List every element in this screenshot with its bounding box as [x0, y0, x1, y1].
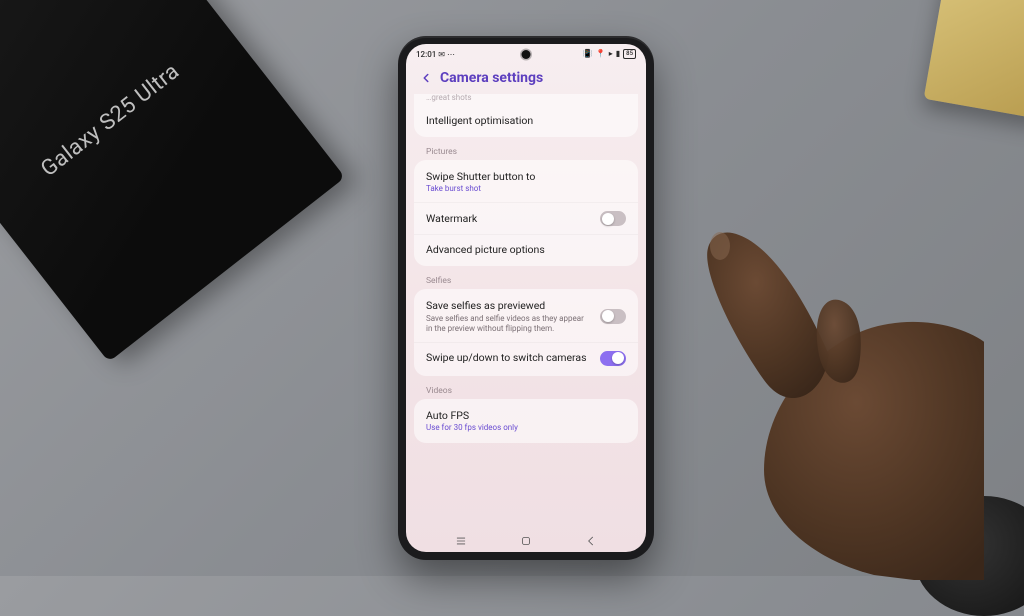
prop-top-right [924, 0, 1024, 119]
row-save-selfies-previewed[interactable]: Save selfies as previewed Save selfies a… [414, 291, 638, 341]
recents-icon [454, 534, 468, 548]
toggle-save-selfies[interactable] [600, 309, 626, 324]
back-button[interactable] [418, 70, 434, 86]
chevron-left-icon [419, 71, 433, 85]
label-swipe-shutter: Swipe Shutter button to [426, 170, 626, 183]
row-swipe-switch-cameras[interactable]: Swipe up/down to switch cameras [414, 342, 638, 374]
desc-save-selfies: Save selfies and selfie videos as they a… [426, 314, 592, 334]
row-watermark[interactable]: Watermark [414, 202, 638, 234]
row-swipe-shutter[interactable]: Swipe Shutter button to Take burst shot [414, 162, 638, 202]
camera-hole [522, 50, 531, 59]
product-box-label: Galaxy S25 Ultra [36, 58, 184, 181]
section-selfies-label: Selfies [414, 272, 638, 289]
battery-icon: 85 [623, 49, 636, 59]
vibrate-icon: 📳 [583, 49, 593, 58]
section-pictures-label: Pictures [414, 143, 638, 160]
row-intelligent-optimisation[interactable]: Intelligent optimisation [414, 106, 638, 135]
label-swipe-switch: Swipe up/down to switch cameras [426, 351, 592, 364]
row-auto-fps[interactable]: Auto FPS Use for 30 fps videos only [414, 401, 638, 441]
back-icon [584, 534, 598, 548]
label-intelligent-opt: Intelligent optimisation [426, 114, 626, 127]
card-general: …great shots Intelligent optimisation [414, 94, 638, 137]
signal-icon: ▮ [616, 49, 620, 58]
section-videos-label: Videos [414, 382, 638, 399]
card-pictures: Swipe Shutter button to Take burst shot … [414, 160, 638, 266]
prop-bottom-right [914, 496, 1024, 616]
home-icon [519, 534, 533, 548]
card-videos: Auto FPS Use for 30 fps videos only [414, 399, 638, 443]
nav-recents[interactable] [447, 534, 475, 548]
location-icon: 📍 [596, 49, 606, 58]
wifi-icon: ▸ [609, 49, 613, 58]
page-title: Camera settings [440, 70, 543, 86]
truncated-row-hint: …great shots [414, 94, 638, 106]
phone-screen: 12:01 ✉ ⋯ 📳 📍 ▸ ▮ 85 Camera settings …gr… [406, 44, 646, 552]
label-auto-fps: Auto FPS [426, 409, 626, 422]
value-auto-fps: Use for 30 fps videos only [426, 423, 626, 433]
toggle-swipe-switch[interactable] [600, 351, 626, 366]
product-box: Galaxy S25 Ultra [0, 0, 345, 362]
settings-header: Camera settings [406, 64, 646, 94]
phone-frame: 12:01 ✉ ⋯ 📳 📍 ▸ ▮ 85 Camera settings …gr… [398, 36, 654, 560]
nav-home[interactable] [512, 534, 540, 548]
status-time: 12:01 [416, 50, 436, 59]
row-advanced-picture[interactable]: Advanced picture options [414, 234, 638, 264]
nav-back[interactable] [577, 534, 605, 548]
label-save-selfies: Save selfies as previewed [426, 299, 592, 312]
label-watermark: Watermark [426, 212, 592, 225]
toggle-watermark[interactable] [600, 211, 626, 226]
settings-content[interactable]: …great shots Intelligent optimisation Pi… [406, 94, 646, 530]
label-advanced-picture: Advanced picture options [426, 243, 626, 256]
card-selfies: Save selfies as previewed Save selfies a… [414, 289, 638, 375]
status-notif-icons: ✉ ⋯ [438, 50, 455, 59]
android-navbar [406, 530, 646, 552]
value-swipe-shutter: Take burst shot [426, 184, 626, 194]
